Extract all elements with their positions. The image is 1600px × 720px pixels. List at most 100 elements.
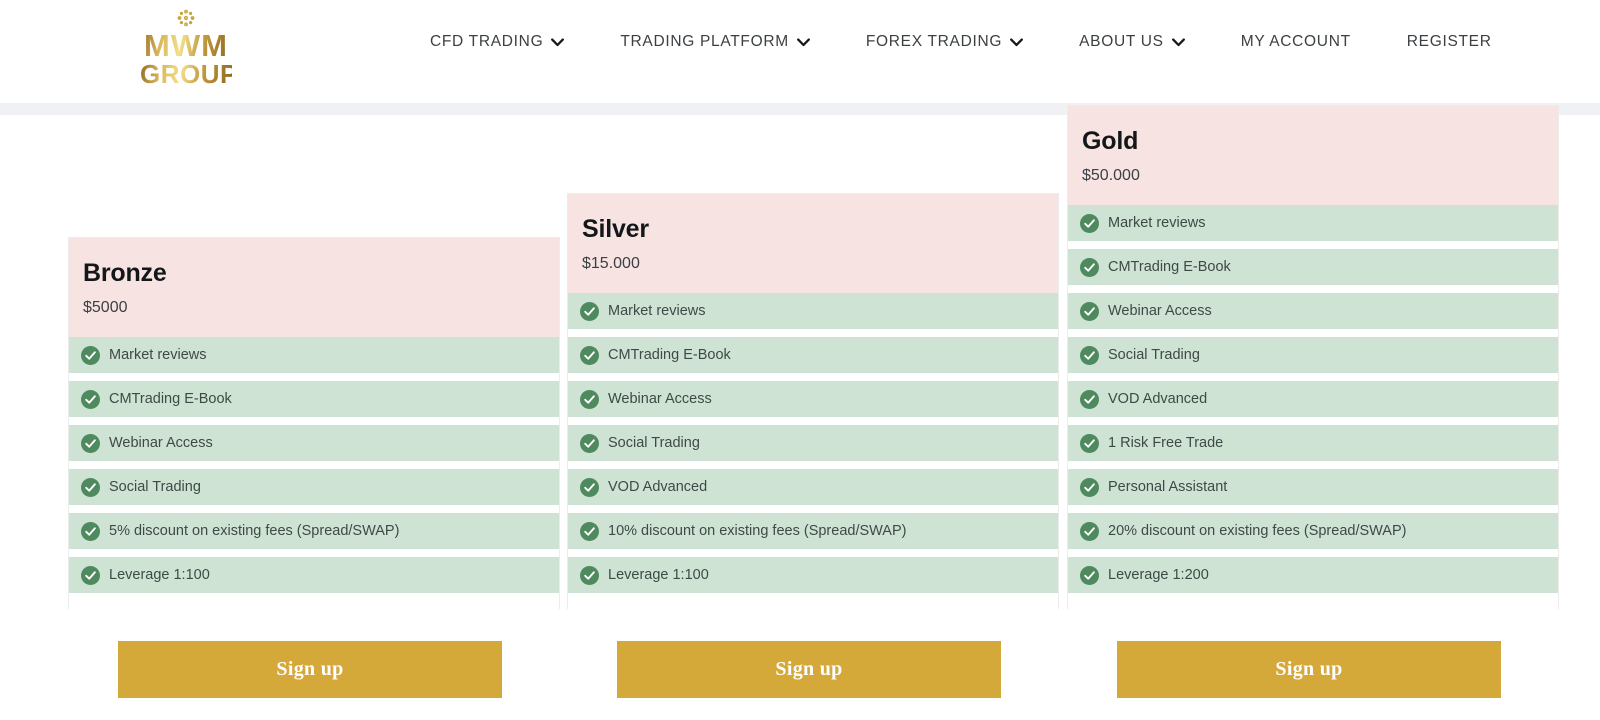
list-item: 1 Risk Free Trade <box>1068 425 1558 461</box>
feature-label: Leverage 1:100 <box>608 566 709 583</box>
feature-label: Market reviews <box>1108 214 1206 231</box>
feature-label: Webinar Access <box>608 390 712 407</box>
feature-label: Social Trading <box>1108 346 1200 363</box>
check-circle-icon <box>1080 477 1099 497</box>
nav-item-forex-trading[interactable]: FOREX TRADING <box>865 33 1024 51</box>
plan-title: Gold <box>1082 126 1139 155</box>
plan-header-bronze: Bronze $5000 <box>69 237 559 337</box>
feature-label: Market reviews <box>608 302 706 319</box>
list-item: Webinar Access <box>1068 293 1558 329</box>
check-circle-icon <box>81 345 100 365</box>
nav-item-label: MY ACCOUNT <box>1240 33 1351 50</box>
site-logo[interactable]: MWM GROUP <box>140 8 237 88</box>
feature-label: Personal Assistant <box>1108 478 1228 495</box>
nav-item-label: ABOUT US <box>1079 33 1164 50</box>
nav-item-trading-platform[interactable]: TRADING PLATFORM <box>620 33 810 51</box>
list-item: Market reviews <box>1068 205 1558 241</box>
list-item: CMTrading E-Book <box>69 381 559 417</box>
feature-list-gold: Market reviews CMTrading E-Book Webinar … <box>1068 205 1558 609</box>
signup-button-gold[interactable]: Sign up <box>1117 641 1501 698</box>
check-circle-icon <box>1080 521 1099 541</box>
list-item: 20% discount on existing fees (Spread/SW… <box>1068 513 1558 549</box>
feature-label: Webinar Access <box>109 434 213 451</box>
nav-item-cfd-trading[interactable]: CFD TRADING <box>430 33 565 51</box>
plan-title: Bronze <box>83 258 167 287</box>
plan-price: $50.000 <box>1082 167 1140 185</box>
nav-item-label: CFD TRADING <box>430 33 544 50</box>
feature-list-silver: Market reviews CMTrading E-Book Webinar … <box>568 293 1058 609</box>
list-item: 5% discount on existing fees (Spread/SWA… <box>69 513 559 549</box>
feature-label: 20% discount on existing fees (Spread/SW… <box>1108 522 1407 539</box>
list-item: Webinar Access <box>69 425 559 461</box>
check-circle-icon <box>580 521 599 541</box>
feature-label: 10% discount on existing fees (Spread/SW… <box>608 522 907 539</box>
signup-button-bronze[interactable]: Sign up <box>118 641 502 698</box>
nav-item-label: FOREX TRADING <box>865 33 1003 50</box>
nav-item-register[interactable]: REGISTER <box>1407 33 1492 51</box>
site-header: MWM GROUP CFD TRADING TRADING PLATFORM F… <box>0 0 1600 103</box>
list-item: Social Trading <box>1068 337 1558 373</box>
list-item: 10% discount on existing fees (Spread/SW… <box>568 513 1058 549</box>
feature-label: VOD Advanced <box>608 478 708 495</box>
feature-label: Social Trading <box>109 478 201 495</box>
chevron-down-icon <box>1010 37 1024 46</box>
nav-item-about-us[interactable]: ABOUT US <box>1079 33 1185 51</box>
feature-label: Leverage 1:200 <box>1108 566 1209 583</box>
plan-card-bronze: Bronze $5000 Market reviews CMTrading E-… <box>68 236 560 609</box>
list-item: VOD Advanced <box>568 469 1058 505</box>
list-item: CMTrading E-Book <box>568 337 1058 373</box>
check-circle-icon <box>81 433 100 453</box>
check-circle-icon <box>1080 213 1099 233</box>
chevron-down-icon <box>551 37 565 46</box>
nav-item-label: TRADING PLATFORM <box>620 33 789 50</box>
check-circle-icon <box>1080 301 1099 321</box>
feature-label: CMTrading E-Book <box>608 346 731 363</box>
list-item: Webinar Access <box>568 381 1058 417</box>
check-circle-icon <box>81 389 100 409</box>
check-circle-icon <box>580 433 599 453</box>
list-item: VOD Advanced <box>1068 381 1558 417</box>
plan-price: $15.000 <box>582 255 640 273</box>
plan-header-gold: Gold $50.000 <box>1068 105 1558 205</box>
feature-label: 1 Risk Free Trade <box>1108 434 1224 451</box>
rosette-ornament-icon <box>177 9 195 27</box>
list-item: Social Trading <box>568 425 1058 461</box>
chevron-down-icon <box>796 37 810 46</box>
main-navigation: CFD TRADING TRADING PLATFORM FOREX TRADI… <box>430 33 1492 51</box>
list-item: Leverage 1:100 <box>568 557 1058 593</box>
plan-price: $5000 <box>83 299 128 317</box>
list-item: CMTrading E-Book <box>1068 249 1558 285</box>
feature-label: VOD Advanced <box>1108 390 1208 407</box>
nav-item-my-account[interactable]: MY ACCOUNT <box>1241 33 1351 51</box>
check-circle-icon <box>1080 389 1099 409</box>
check-circle-icon <box>1080 433 1099 453</box>
feature-list-bronze: Market reviews CMTrading E-Book Webinar … <box>69 337 559 609</box>
plan-card-gold: Gold $50.000 Market reviews CMTrading E-… <box>1067 104 1559 609</box>
plan-title: Silver <box>582 214 649 243</box>
check-circle-icon <box>580 389 599 409</box>
list-item: Leverage 1:200 <box>1068 557 1558 593</box>
list-item: Market reviews <box>69 337 559 373</box>
feature-label: 5% discount on existing fees (Spread/SWA… <box>109 522 400 539</box>
list-item: Personal Assistant <box>1068 469 1558 505</box>
check-circle-icon <box>580 345 599 365</box>
check-circle-icon <box>1080 257 1099 277</box>
check-circle-icon <box>580 565 599 585</box>
check-circle-icon <box>580 477 599 497</box>
check-circle-icon <box>1080 345 1099 365</box>
check-circle-icon <box>81 565 100 585</box>
list-item: Social Trading <box>69 469 559 505</box>
feature-label: Market reviews <box>109 346 207 363</box>
feature-label: Webinar Access <box>1108 302 1212 319</box>
list-item: Market reviews <box>568 293 1058 329</box>
feature-label: Leverage 1:100 <box>109 566 210 583</box>
feature-label: CMTrading E-Book <box>1108 258 1231 275</box>
list-item: Leverage 1:100 <box>69 557 559 593</box>
check-circle-icon <box>1080 565 1099 585</box>
feature-label: CMTrading E-Book <box>109 390 232 407</box>
check-circle-icon <box>580 301 599 321</box>
logo-text-mwm: MWM <box>140 30 232 61</box>
check-circle-icon <box>81 521 100 541</box>
plan-header-silver: Silver $15.000 <box>568 193 1058 293</box>
signup-button-silver[interactable]: Sign up <box>617 641 1001 698</box>
